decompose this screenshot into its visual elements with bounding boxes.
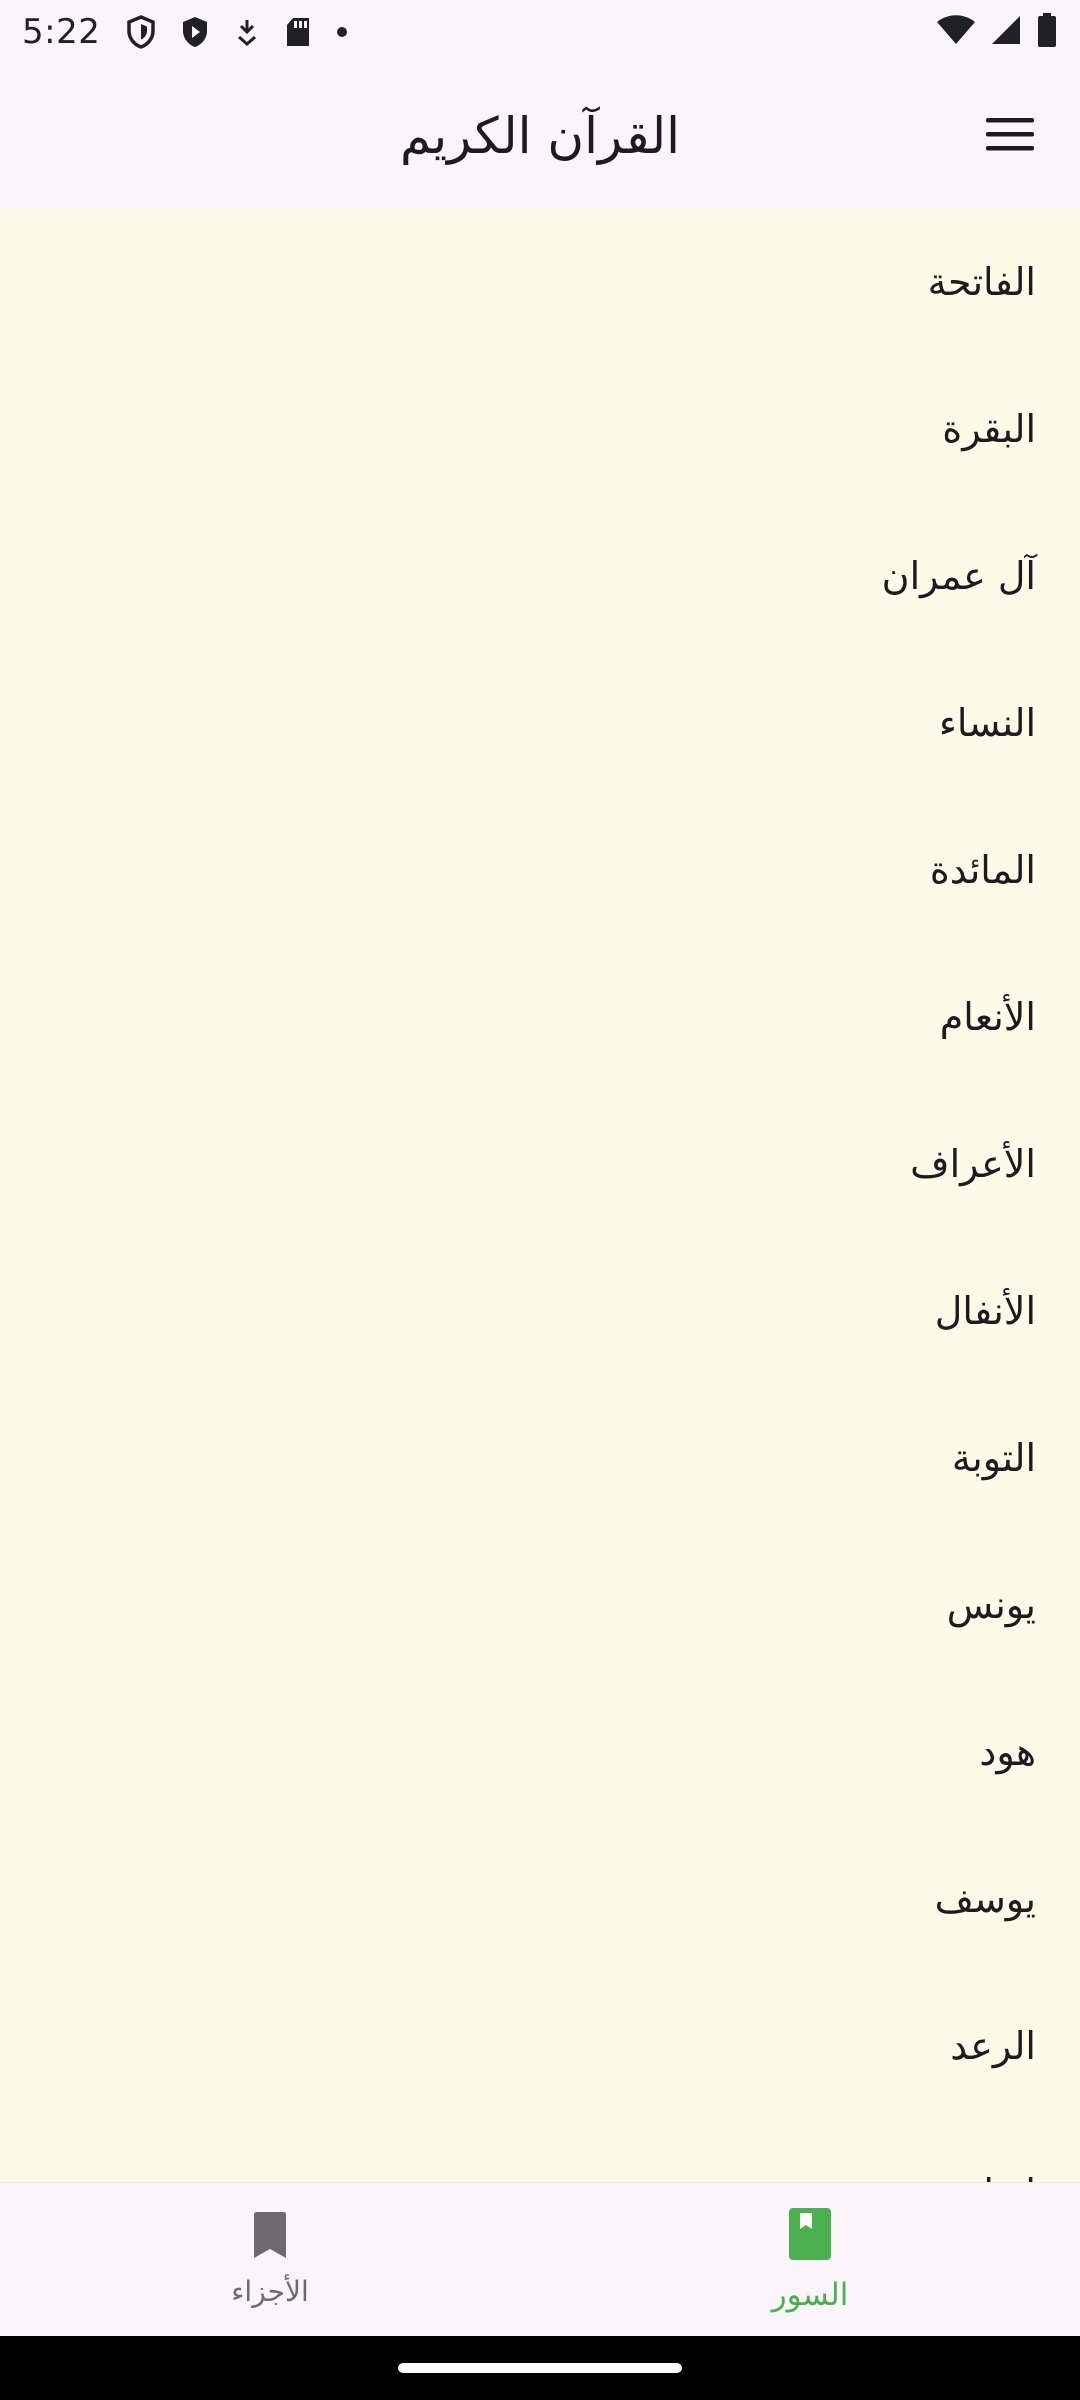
surah-name: يوسف <box>934 1876 1036 1921</box>
gesture-navigation-bar <box>0 2336 1080 2400</box>
surah-list-item[interactable]: يونس <box>0 1531 1080 1678</box>
surah-name: التوبة <box>951 1435 1036 1480</box>
surah-list-item[interactable]: الأنفال <box>0 1237 1080 1384</box>
tab-ajza[interactable]: الأجزاء <box>0 2183 540 2336</box>
system-icons <box>936 12 1058 52</box>
surah-list-item[interactable]: البقرة <box>0 355 1080 502</box>
vpn-shield-icon <box>126 15 156 49</box>
surah-list-item[interactable]: الأنعام <box>0 943 1080 1090</box>
tab-suwar[interactable]: السور <box>540 2183 1080 2336</box>
surah-list-item[interactable]: الرعد <box>0 1972 1080 2119</box>
surah-name: النساء <box>939 700 1036 745</box>
hamburger-menu-icon <box>985 116 1035 156</box>
surah-name: يونس <box>946 1582 1036 1627</box>
surah-name: هود <box>979 1729 1036 1774</box>
tab-suwar-label: السور <box>771 2276 849 2313</box>
menu-button[interactable] <box>982 108 1038 164</box>
surah-list-item[interactable]: آل عمران <box>0 502 1080 649</box>
surah-list-item[interactable]: النساء <box>0 649 1080 796</box>
surah-list-item[interactable]: التوبة <box>0 1384 1080 1531</box>
surah-list-item[interactable]: إبراهيم <box>0 2119 1080 2183</box>
status-bar: 5:22 <box>0 0 1080 64</box>
surah-list-item[interactable]: المائدة <box>0 796 1080 943</box>
screen: 5:22 القرآن الكريم الفاتحة البقرة آل عمر… <box>0 0 1080 2400</box>
bottom-navigation: الأجزاء السور <box>0 2182 1080 2336</box>
home-gesture-handle[interactable] <box>398 2363 682 2373</box>
surah-name: الأعراف <box>910 1141 1036 1186</box>
surah-list-item[interactable]: الأعراف <box>0 1090 1080 1237</box>
surah-list-item[interactable]: هود <box>0 1678 1080 1825</box>
download-icon <box>234 17 260 47</box>
sd-card-icon <box>284 16 312 48</box>
tab-ajza-label: الأجزاء <box>231 2275 309 2308</box>
dot-icon <box>336 26 348 38</box>
signal-icon <box>990 14 1022 50</box>
surah-list-item[interactable]: يوسف <box>0 1825 1080 1972</box>
surah-name: البقرة <box>942 406 1036 451</box>
wifi-icon <box>936 14 976 50</box>
surah-name: المائدة <box>929 847 1036 892</box>
status-time: 5:22 <box>22 12 101 52</box>
surah-name: إبراهيم <box>927 2171 1036 2183</box>
surah-list[interactable]: الفاتحة البقرة آل عمران النساء المائدة ا… <box>0 208 1080 2182</box>
play-protect-icon <box>180 15 210 49</box>
surah-name: الرعد <box>950 2023 1036 2068</box>
surah-name: آل عمران <box>881 553 1036 598</box>
book-icon <box>788 2207 832 2265</box>
bookmark-icon <box>250 2211 290 2263</box>
surah-name: الأنفال <box>934 1288 1036 1333</box>
surah-name: الأنعام <box>939 994 1036 1039</box>
notification-icons <box>126 15 348 49</box>
surah-list-item[interactable]: الفاتحة <box>0 208 1080 355</box>
app-bar: القرآن الكريم <box>0 64 1080 208</box>
battery-icon <box>1036 12 1058 52</box>
page-title: القرآن الكريم <box>399 107 681 165</box>
surah-name: الفاتحة <box>927 259 1036 304</box>
